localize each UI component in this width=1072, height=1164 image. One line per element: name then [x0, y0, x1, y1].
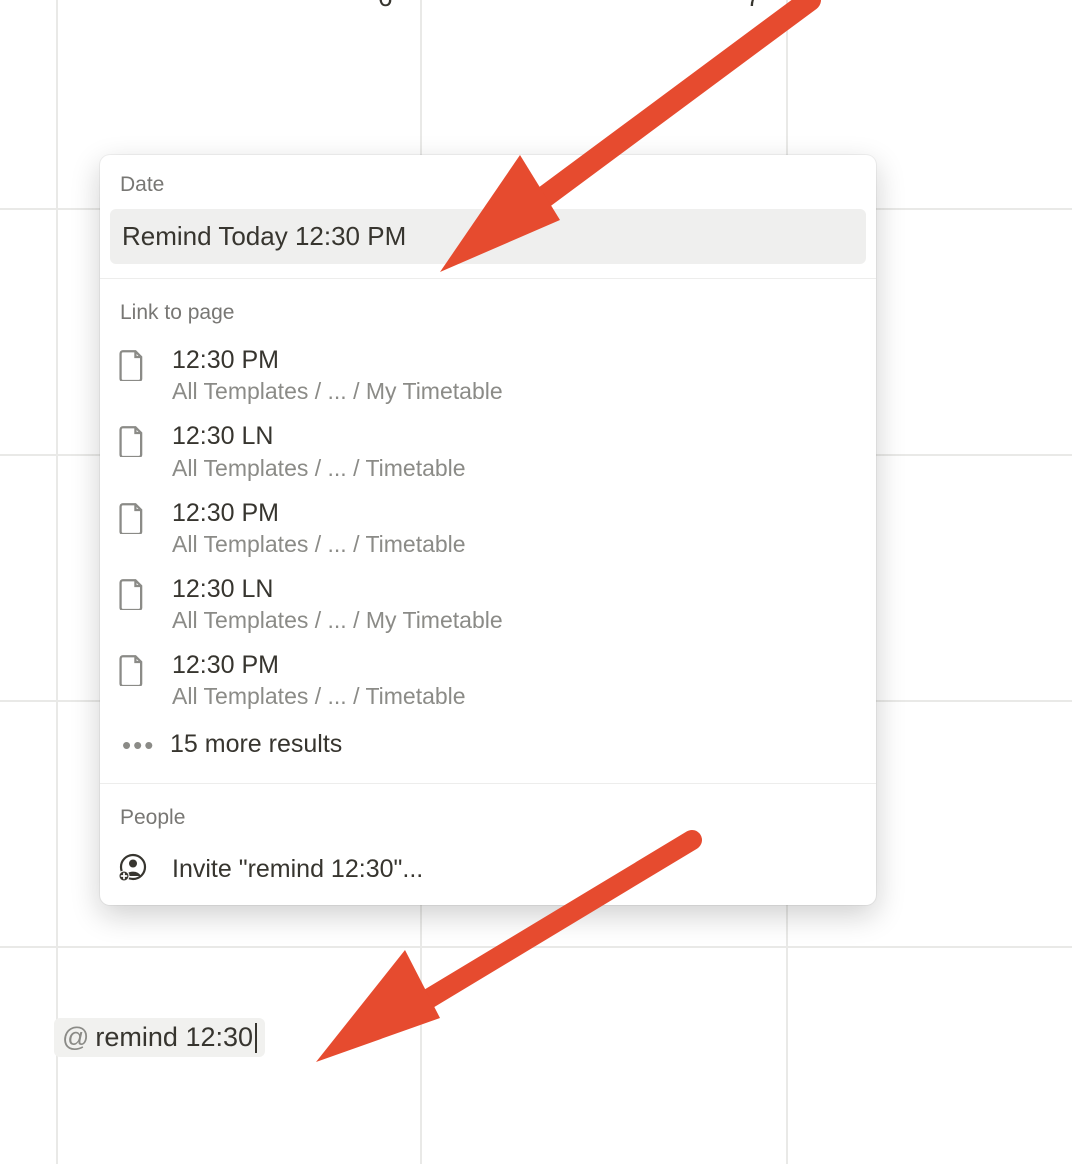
- mention-input-chip[interactable]: @ remind 12:30: [54, 1018, 265, 1057]
- page-icon: [118, 502, 146, 539]
- page-link-path: All Templates / ... / Timetable: [172, 455, 858, 482]
- page-icon: [118, 425, 146, 462]
- text-caret: [255, 1023, 257, 1053]
- page-link-path: All Templates / ... / Timetable: [172, 683, 858, 710]
- page-link-title: 12:30 PM: [172, 650, 858, 681]
- date-suggestion-text: Remind Today 12:30 PM: [122, 221, 406, 251]
- page-link-path: All Templates / ... / Timetable: [172, 531, 858, 558]
- page-link-title: 12:30 PM: [172, 345, 858, 376]
- date-suggestion-item[interactable]: Remind Today 12:30 PM: [110, 209, 866, 264]
- page-link-path: All Templates / ... / My Timetable: [172, 607, 858, 634]
- page-link-item[interactable]: 12:30 LN All Templates / ... / Timetable: [100, 413, 876, 489]
- invite-person-label: Invite "remind 12:30"...: [172, 855, 423, 884]
- more-results-label: 15 more results: [170, 730, 342, 759]
- page-link-item[interactable]: 12:30 LN All Templates / ... / My Timeta…: [100, 566, 876, 642]
- more-results[interactable]: ••• 15 more results: [100, 718, 876, 783]
- mention-popup: Date Remind Today 12:30 PM Link to page …: [100, 155, 876, 905]
- page-icon: [118, 654, 146, 691]
- page-link-item[interactable]: 12:30 PM All Templates / ... / My Timeta…: [100, 337, 876, 413]
- page-link-title: 12:30 LN: [172, 574, 858, 605]
- page-link-title: 12:30 LN: [172, 421, 858, 452]
- section-header-people: People: [100, 784, 876, 842]
- invite-person-icon: [118, 852, 148, 887]
- page-icon: [118, 578, 146, 615]
- ellipsis-icon: •••: [122, 732, 170, 758]
- page-icon: [118, 349, 146, 386]
- calendar-day-number: 7: [746, 0, 760, 13]
- page-link-title: 12:30 PM: [172, 498, 858, 529]
- mention-text: remind 12:30: [95, 1022, 253, 1053]
- page-link-item[interactable]: 12:30 PM All Templates / ... / Timetable: [100, 642, 876, 718]
- section-header-date: Date: [100, 155, 876, 209]
- page-link-item[interactable]: 12:30 PM All Templates / ... / Timetable: [100, 490, 876, 566]
- page-link-path: All Templates / ... / My Timetable: [172, 378, 858, 405]
- invite-person-item[interactable]: Invite "remind 12:30"...: [100, 842, 876, 905]
- at-symbol: @: [62, 1022, 89, 1053]
- section-header-link: Link to page: [100, 279, 876, 337]
- calendar-day-number: 6: [378, 0, 392, 13]
